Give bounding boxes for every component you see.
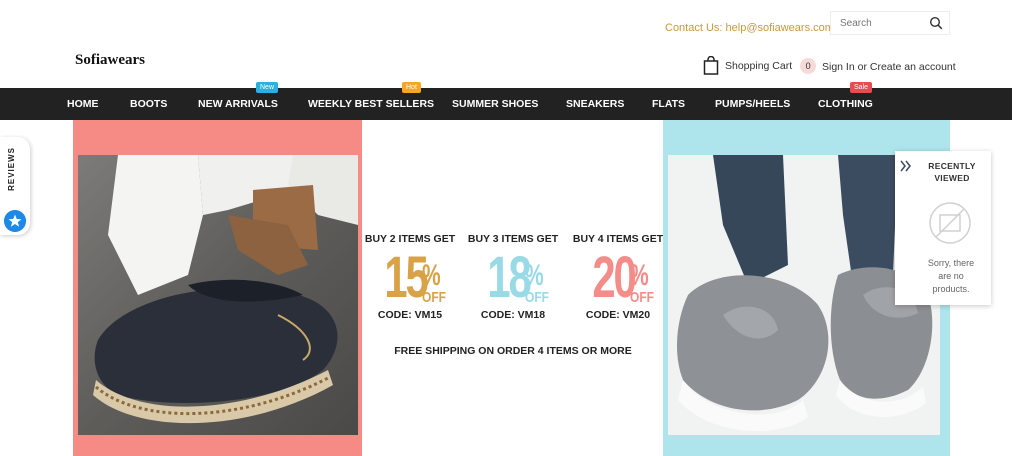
no-products-message: Sorry, there are no products. — [927, 258, 975, 294]
account-links: Sign In or Create an account — [822, 61, 956, 73]
off-label: OFF — [525, 289, 550, 306]
off-label: OFF — [422, 289, 447, 306]
black-slip-on-shoe-photo — [78, 155, 358, 435]
nav-item-label: SNEAKERS — [566, 98, 625, 110]
nav-item-label: BOOTS — [130, 98, 168, 110]
nav-item-label: FLATS — [652, 98, 686, 110]
cart-label: Shopping Cart — [725, 59, 793, 72]
nav-item-home[interactable]: HOME — [67, 88, 99, 120]
offer-4-items: BUY 4 ITEMS GET 20 % OFF CODE: VM20 — [568, 233, 668, 321]
new-badge: New — [256, 82, 279, 93]
double-chevron-right-icon[interactable] — [895, 151, 917, 181]
reviews-label: REVIEWS — [7, 147, 16, 191]
nav-item-label: CLOTHING — [818, 98, 873, 110]
off-label: OFF — [630, 289, 655, 306]
search-icon[interactable] — [929, 16, 943, 30]
percent-sign: % — [630, 259, 649, 292]
nav-item-flats[interactable]: FLATS — [652, 88, 685, 120]
promo-code: CODE: VM18 — [480, 309, 546, 321]
nav-item-sneakers[interactable]: SNEAKERS — [566, 88, 624, 120]
promo-code: CODE: VM15 — [377, 309, 443, 321]
create-account-link[interactable]: Create an account — [870, 61, 956, 73]
nav-item-new-arrivals[interactable]: New NEW ARRIVALS — [198, 82, 279, 120]
free-shipping-text: FREE SHIPPING ON ORDER 4 ITEMS OR MORE — [394, 345, 632, 357]
nav-item-label: HOME — [67, 98, 99, 110]
nav-item-summer-shoes[interactable]: SUMMER SHOES — [452, 88, 538, 120]
discount-number: 20 — [592, 245, 636, 310]
percent-sign: % — [525, 259, 544, 292]
or-text: or — [854, 61, 870, 73]
site-logo[interactable]: Sofiawears — [75, 52, 145, 69]
sign-in-link[interactable]: Sign In — [822, 61, 855, 73]
discount-number: 15 — [384, 245, 428, 310]
search-input[interactable] — [831, 12, 919, 34]
nav-item-label: PUMPS/HEELS — [715, 98, 791, 110]
page: Contact Us: help@sofiawears.com Sofiawea… — [0, 0, 1024, 456]
discount-number: 18 — [487, 245, 531, 310]
nav-item-clothing[interactable]: Sale CLOTHING — [818, 82, 873, 120]
offer-condition: BUY 2 ITEMS GET — [364, 233, 456, 245]
search-box[interactable] — [830, 11, 950, 35]
promo-banner[interactable]: BUY 2 ITEMS GET 15 % OFF CODE: VM15 BUY … — [73, 120, 950, 456]
nav-item-label: WEEKLY BEST SELLERS — [308, 98, 435, 110]
offer-3-items: BUY 3 ITEMS GET 18 % OFF CODE: VM18 — [463, 233, 563, 321]
shopping-cart[interactable]: Shopping Cart 0 — [703, 56, 817, 75]
contact-email-link[interactable]: Contact Us: help@sofiawears.com — [665, 22, 834, 34]
offer-condition: BUY 3 ITEMS GET — [467, 233, 559, 245]
nav-item-label: SUMMER SHOES — [452, 98, 539, 110]
shopping-bag-icon — [703, 56, 719, 75]
recently-viewed-widget: RECENTLY VIEWED Sorry, there are no prod… — [895, 151, 991, 305]
promo-code: CODE: VM20 — [585, 309, 651, 321]
offer-discount: 18 % OFF — [463, 245, 563, 310]
no-image-icon — [929, 202, 971, 244]
hot-badge: Hot — [402, 82, 421, 93]
nav-item-weekly-best-sellers[interactable]: Hot WEEKLY BEST SELLERS — [308, 82, 435, 120]
nav-item-label: NEW ARRIVALS — [198, 98, 278, 110]
nav-item-pumps-heels[interactable]: PUMPS/HEELS — [715, 88, 790, 120]
sale-badge: Sale — [850, 82, 873, 93]
recently-viewed-title: RECENTLY VIEWED — [928, 161, 976, 183]
percent-sign: % — [422, 259, 441, 292]
star-icon — [4, 210, 26, 232]
banner-left-panel — [73, 120, 362, 456]
offer-discount: 20 % OFF — [568, 245, 668, 310]
offer-2-items: BUY 2 ITEMS GET 15 % OFF CODE: VM15 — [360, 233, 460, 321]
main-nav: HOME BOOTS New NEW ARRIVALS Hot WEEKLY B… — [0, 82, 1012, 120]
cart-count-badge: 0 — [800, 57, 817, 74]
reviews-side-tab[interactable]: REVIEWS — [0, 137, 30, 235]
offer-condition: BUY 4 ITEMS GET — [572, 233, 664, 245]
nav-item-boots[interactable]: BOOTS — [130, 88, 167, 120]
offer-discount: 15 % OFF — [360, 245, 460, 310]
